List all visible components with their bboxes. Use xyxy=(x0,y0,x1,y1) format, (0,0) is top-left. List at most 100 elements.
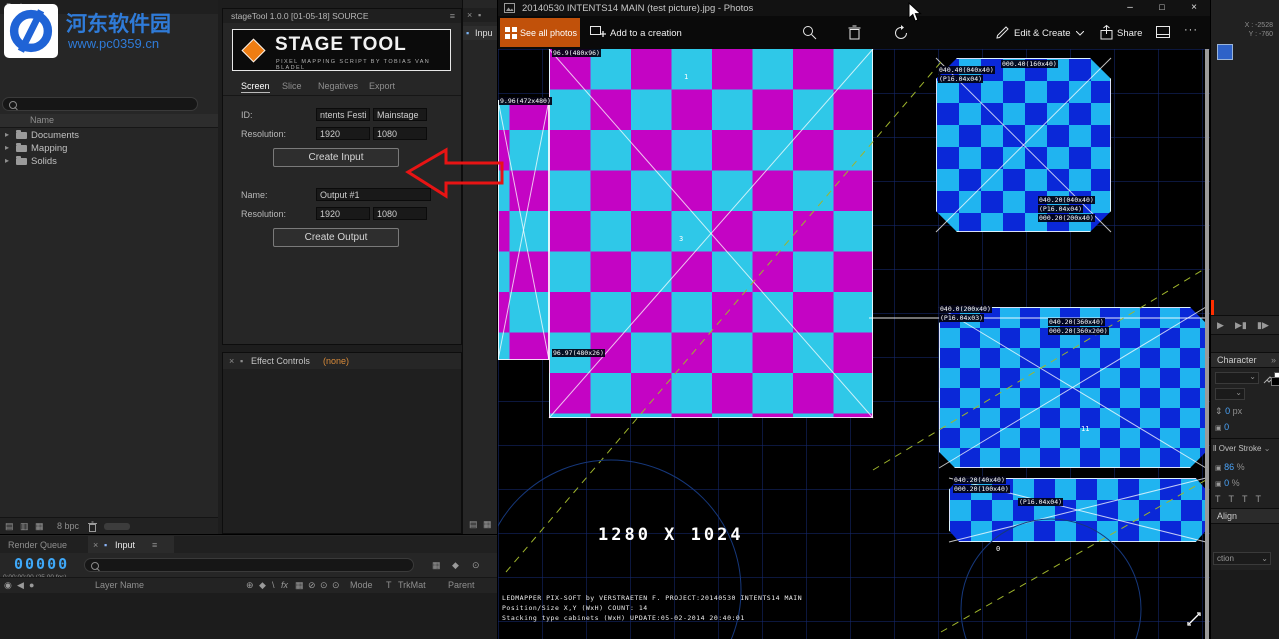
id-input-2[interactable] xyxy=(373,108,427,121)
thumb-view-icon[interactable]: ▥ xyxy=(20,521,29,532)
close-icon[interactable]: × xyxy=(229,353,234,369)
tree-item-documents[interactable]: ▸ Documents xyxy=(0,129,218,142)
zoom-icon[interactable] xyxy=(802,25,817,40)
panel-menu-icon[interactable]: ≡ xyxy=(450,9,455,23)
input-res-height[interactable] xyxy=(373,127,427,140)
frame-blend-icon[interactable]: ▦ xyxy=(295,578,304,593)
all-caps-icon[interactable]: T xyxy=(1242,494,1256,504)
font-size-value[interactable]: 0 xyxy=(1225,406,1230,416)
add-to-creation-icon[interactable] xyxy=(590,26,606,39)
tree-item-solids[interactable]: ▸ Solids xyxy=(0,155,218,168)
audio-switch-icon[interactable]: ◀ xyxy=(17,578,24,593)
font-family-select[interactable]: ⌄ xyxy=(1215,372,1259,384)
panel-icon[interactable]: ▤ xyxy=(469,519,478,530)
current-time-field[interactable]: 00000 xyxy=(14,555,69,573)
column-layer-name[interactable]: Layer Name xyxy=(95,578,144,593)
tab-slice[interactable]: Slice xyxy=(282,81,302,91)
twisty-icon[interactable]: ▸ xyxy=(5,130,9,139)
tab-input-timeline[interactable]: × ▪ Input ≡ xyxy=(88,536,174,553)
faux-bold-icon[interactable]: T xyxy=(1215,494,1229,504)
resize-diagonal-icon[interactable] xyxy=(1186,611,1202,627)
twisty-icon[interactable]: ▸ xyxy=(5,143,9,152)
tab-input-comp[interactable]: ▪ Inpu xyxy=(463,26,498,40)
panel-expand-icon[interactable]: » xyxy=(1271,353,1276,367)
tab-screen[interactable]: Screen xyxy=(241,81,270,93)
tracking-control[interactable]: ▣ 0 xyxy=(1215,422,1229,432)
font-size-control[interactable]: ⇕ 0 px xyxy=(1215,406,1242,417)
list-view-icon[interactable]: ▤ xyxy=(5,521,14,532)
add-to-creation-label[interactable]: Add to a creation xyxy=(610,28,682,39)
share-label[interactable]: Share xyxy=(1117,28,1142,39)
tracking-value[interactable]: 0 xyxy=(1224,422,1229,432)
photo-scrollbar[interactable] xyxy=(1205,49,1209,639)
faux-italic-icon[interactable]: T xyxy=(1229,494,1243,504)
collapse-icon[interactable]: ◆ xyxy=(259,578,266,593)
tab-render-queue[interactable]: Render Queue xyxy=(8,540,67,550)
composition-mini-flowchart-icon[interactable]: ▦ xyxy=(432,560,441,571)
font-style-select[interactable]: ⌄ xyxy=(1215,388,1245,400)
column-mode[interactable]: Mode xyxy=(350,578,373,593)
motion-blur-icon[interactable]: ⊙ xyxy=(472,560,480,571)
output-res-width[interactable] xyxy=(316,207,370,220)
fill-over-stroke-select[interactable]: ll Over Stroke ⌄ xyxy=(1213,444,1270,453)
tab-export[interactable]: Export xyxy=(369,81,395,91)
close-icon[interactable]: × xyxy=(93,540,98,550)
close-button[interactable]: × xyxy=(1180,2,1208,13)
solo-switch-icon[interactable]: ● xyxy=(29,578,34,593)
tree-item-mapping[interactable]: ▸ Mapping xyxy=(0,142,218,155)
close-icon[interactable]: × xyxy=(467,8,472,22)
step-back-icon[interactable]: ▮▶ xyxy=(1257,320,1269,331)
maximize-button[interactable]: □ xyxy=(1148,2,1176,12)
graph-editor-icon[interactable]: ◆ xyxy=(452,560,459,571)
quality-icon[interactable]: \ xyxy=(272,578,275,593)
align-panel-header[interactable]: Align xyxy=(1211,508,1279,524)
trash-icon[interactable] xyxy=(88,521,97,532)
column-trkmat[interactable]: TrkMat xyxy=(398,578,426,593)
photos-titlebar[interactable]: 20140530 INTENTS14 MAIN (test picture).j… xyxy=(498,0,1211,16)
scale-value[interactable]: 86 xyxy=(1224,462,1234,472)
stagetool-titlebar[interactable]: stageTool 1.0.0 [01-05-18] SOURCE ≡ xyxy=(223,9,461,23)
timeline-search-input[interactable] xyxy=(84,558,414,572)
fx-icon[interactable]: fx xyxy=(281,578,288,593)
video-switch-icon[interactable]: ◉ xyxy=(4,578,12,593)
id-input-1[interactable] xyxy=(316,108,370,121)
photo-canvas[interactable]: 96.9(480x96) 9.96(472x480) 96.97(480x26)… xyxy=(498,49,1211,639)
scroll-handle[interactable] xyxy=(104,523,130,530)
tab-negatives[interactable]: Negatives xyxy=(318,81,358,91)
rotate-icon[interactable] xyxy=(894,25,909,40)
input-res-width[interactable] xyxy=(316,127,370,140)
create-input-button[interactable]: Create Input xyxy=(273,148,399,167)
grid-view-icon[interactable]: ▦ xyxy=(35,521,44,532)
see-all-photos-button[interactable]: See all photos xyxy=(500,18,580,47)
minimize-button[interactable]: – xyxy=(1116,2,1144,13)
play-icon[interactable]: ▶ xyxy=(1217,320,1224,331)
share-icon[interactable] xyxy=(1100,25,1113,40)
panel-icon[interactable]: ▦ xyxy=(483,519,492,530)
small-caps-icon[interactable]: T xyxy=(1256,494,1270,504)
motionblur-icon[interactable]: ⊘ xyxy=(308,578,316,593)
step-forward-icon[interactable]: ▶▮ xyxy=(1235,320,1247,331)
twisty-icon[interactable]: ▸ xyxy=(5,156,9,165)
baseline-value[interactable]: 0 xyxy=(1224,478,1229,488)
project-search-input[interactable] xyxy=(2,97,198,111)
vertical-scale-control[interactable]: ▣ 86 % xyxy=(1215,462,1245,472)
edit-create-label[interactable]: Edit & Create xyxy=(1014,28,1071,39)
baseline-shift-control[interactable]: ▣ 0 % xyxy=(1215,478,1240,488)
more-button[interactable]: ··· xyxy=(1184,24,1198,36)
column-t[interactable]: T xyxy=(386,578,392,593)
threeD-icon[interactable]: ⊙ xyxy=(332,578,340,593)
adjustment-icon[interactable]: ⊙ xyxy=(320,578,328,593)
output-res-height[interactable] xyxy=(373,207,427,220)
filmstrip-icon[interactable] xyxy=(1156,26,1170,38)
edit-create-icon[interactable] xyxy=(996,26,1009,39)
effect-controls-titlebar[interactable]: × ▪ Effect Controls (none) xyxy=(223,353,461,369)
shy-icon[interactable]: ⊕ xyxy=(246,578,254,593)
create-output-button[interactable]: Create Output xyxy=(273,228,399,247)
column-parent[interactable]: Parent xyxy=(448,578,475,593)
stroke-color-swatch[interactable] xyxy=(1271,377,1279,386)
align-target-select[interactable]: ction ⌄ xyxy=(1213,552,1271,565)
character-panel-header[interactable]: Character » xyxy=(1211,352,1279,368)
panel-menu-icon[interactable]: ≡ xyxy=(152,540,157,550)
chevron-down-icon[interactable] xyxy=(1076,31,1084,36)
delete-icon[interactable] xyxy=(848,25,861,40)
